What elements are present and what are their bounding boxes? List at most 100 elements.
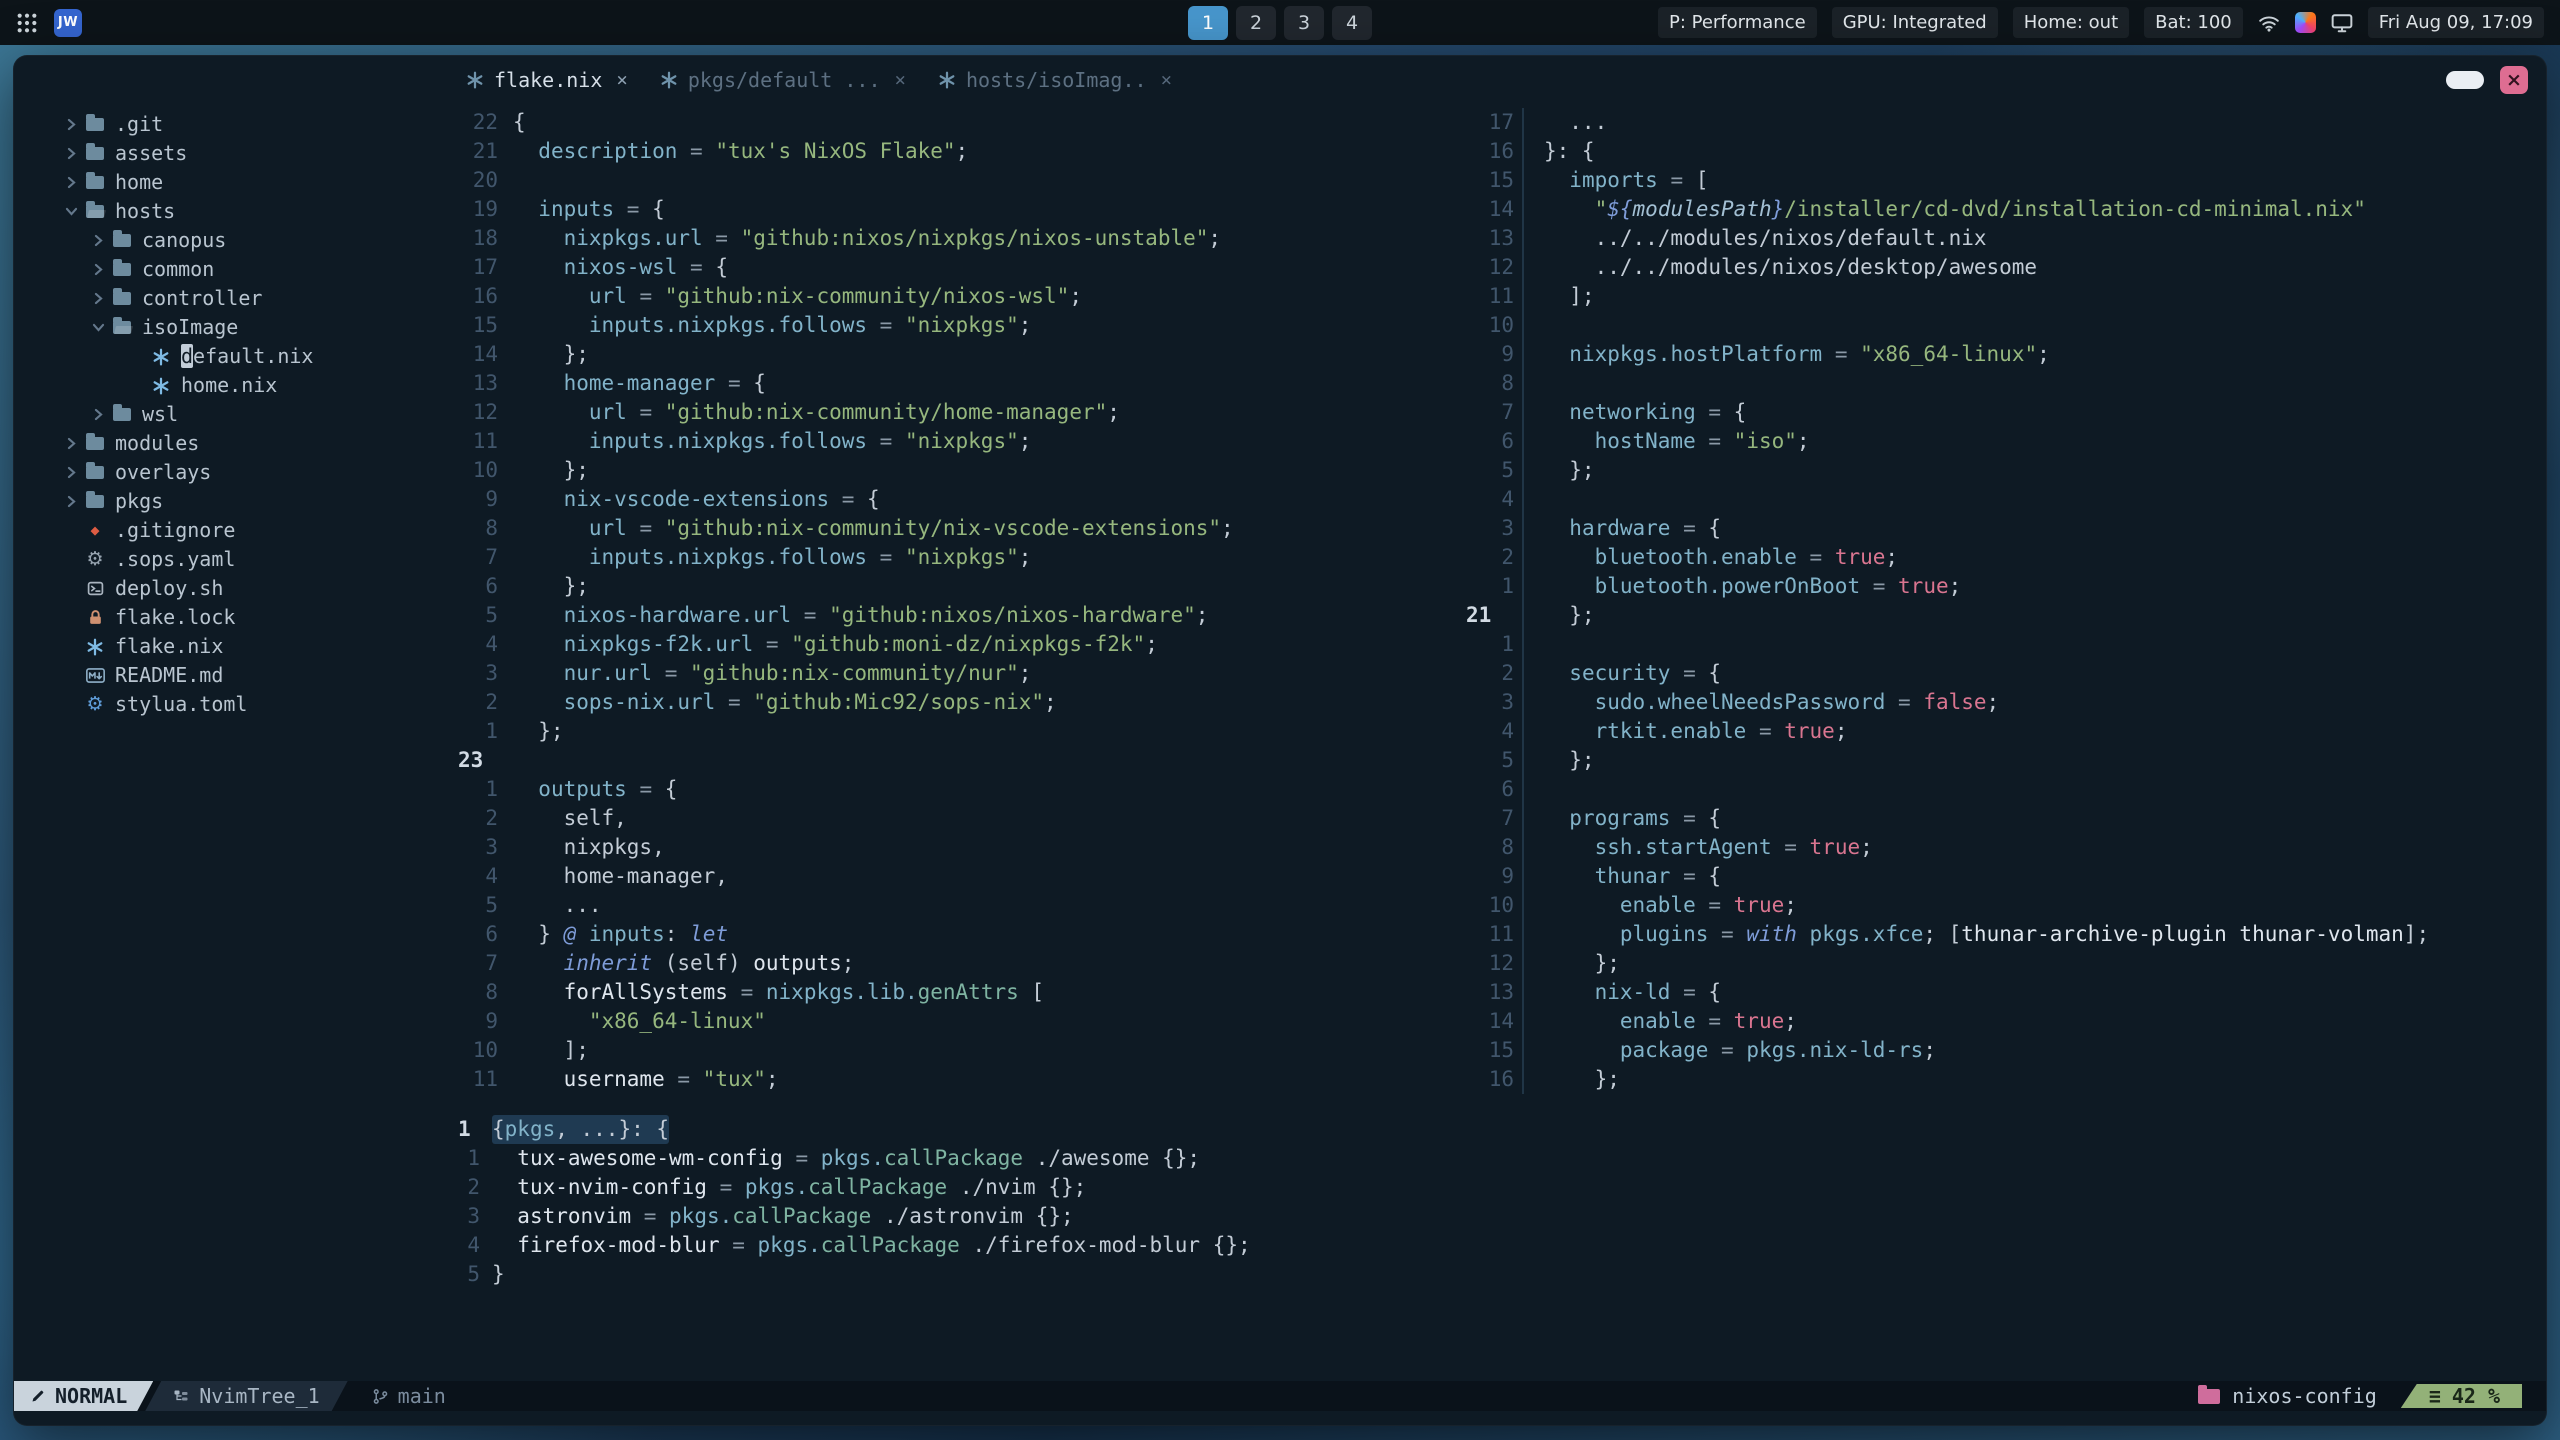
code-line[interactable]: 9 nixpkgs.hostPlatform = "x86_64-linux"; bbox=[1462, 340, 2546, 369]
editor-pane-flake-nix[interactable]: 22{21 description = "tux's NixOS Flake";… bbox=[454, 104, 1462, 1094]
tree-item[interactable]: assets bbox=[14, 139, 454, 168]
code-line[interactable]: 1 tux-awesome-wm-config = pkgs.callPacka… bbox=[454, 1144, 2546, 1173]
code-line[interactable]: 2 security = { bbox=[1462, 659, 2546, 688]
code-line[interactable]: 10 enable = true; bbox=[1462, 891, 2546, 920]
display-icon[interactable] bbox=[2331, 13, 2353, 33]
code-line[interactable]: 5 }; bbox=[1462, 456, 2546, 485]
code-line[interactable]: 16}: { bbox=[1462, 137, 2546, 166]
code-line[interactable]: 11 ]; bbox=[1462, 282, 2546, 311]
code-line[interactable]: 4 firefox-mod-blur = pkgs.callPackage ./… bbox=[454, 1231, 2546, 1260]
code-line[interactable]: 1 outputs = { bbox=[454, 775, 1462, 804]
code-line[interactable]: 13 ../../modules/nixos/default.nix bbox=[1462, 224, 2546, 253]
chevron-down-icon[interactable] bbox=[87, 321, 109, 334]
tab-close-icon[interactable]: × bbox=[894, 69, 905, 91]
tray-app-icon[interactable] bbox=[2294, 12, 2316, 33]
code-line[interactable]: 14 }; bbox=[454, 340, 1462, 369]
chevron-right-icon[interactable] bbox=[60, 495, 82, 508]
code-line[interactable]: 15 inputs.nixpkgs.follows = "nixpkgs"; bbox=[454, 311, 1462, 340]
tab-close-icon[interactable]: × bbox=[616, 69, 627, 91]
chevron-down-icon[interactable] bbox=[60, 205, 82, 218]
code-line[interactable]: 9 nix-vscode-extensions = { bbox=[454, 485, 1462, 514]
code-line[interactable]: 14 enable = true; bbox=[1462, 1007, 2546, 1036]
code-line[interactable]: 13 nix-ld = { bbox=[1462, 978, 2546, 1007]
code-line[interactable]: 11 username = "tux"; bbox=[454, 1065, 1462, 1094]
code-line[interactable]: 8 forAllSystems = nixpkgs.lib.genAttrs [ bbox=[454, 978, 1462, 1007]
workspace-4[interactable]: 4 bbox=[1332, 5, 1372, 40]
code-line[interactable]: 16 }; bbox=[1462, 1065, 2546, 1094]
tree-item[interactable]: hosts bbox=[14, 197, 454, 226]
tree-item[interactable]: modules bbox=[14, 429, 454, 458]
code-line[interactable]: 16 url = "github:nix-community/nixos-wsl… bbox=[454, 282, 1462, 311]
window-close-button[interactable]: × bbox=[2500, 66, 2528, 94]
tree-item[interactable]: ⚙ stylua.toml bbox=[14, 690, 454, 719]
code-line[interactable]: 7 networking = { bbox=[1462, 398, 2546, 427]
code-line[interactable]: 7 inherit (self) outputs; bbox=[454, 949, 1462, 978]
workspace-1[interactable]: 1 bbox=[1188, 5, 1228, 40]
code-line[interactable]: 11 inputs.nixpkgs.follows = "nixpkgs"; bbox=[454, 427, 1462, 456]
code-line[interactable]: 5 }; bbox=[1462, 746, 2546, 775]
tree-item[interactable]: flake.lock bbox=[14, 603, 454, 632]
code-line[interactable]: 2 self, bbox=[454, 804, 1462, 833]
workspace-2[interactable]: 2 bbox=[1236, 5, 1276, 40]
tree-item[interactable]: pkgs bbox=[14, 487, 454, 516]
tab-3[interactable]: hosts/isoImag.. × bbox=[938, 68, 1172, 92]
code-line[interactable]: 7 programs = { bbox=[1462, 804, 2546, 833]
code-line[interactable]: 10 }; bbox=[454, 456, 1462, 485]
chevron-right-icon[interactable] bbox=[60, 118, 82, 131]
tab-close-icon[interactable]: × bbox=[1161, 69, 1172, 91]
code-line[interactable]: 2 bluetooth.enable = true; bbox=[1462, 543, 2546, 572]
code-line[interactable]: 23 bbox=[454, 746, 1462, 775]
code-line[interactable]: 5 ... bbox=[454, 891, 1462, 920]
code-line[interactable]: 2 tux-nvim-config = pkgs.callPackage ./n… bbox=[454, 1173, 2546, 1202]
tree-item[interactable]: flake.nix bbox=[14, 632, 454, 661]
chevron-right-icon[interactable] bbox=[60, 176, 82, 189]
tree-item[interactable]: deploy.sh bbox=[14, 574, 454, 603]
code-line[interactable]: 4 bbox=[1462, 485, 2546, 514]
tree-item[interactable]: wsl bbox=[14, 400, 454, 429]
tab-2[interactable]: pkgs/default ... × bbox=[660, 68, 906, 92]
code-line[interactable]: 8 url = "github:nix-community/nix-vscode… bbox=[454, 514, 1462, 543]
code-line[interactable]: 17 nixos-wsl = { bbox=[454, 253, 1462, 282]
code-line[interactable]: 17 ... bbox=[1462, 108, 2546, 137]
apps-grid-icon[interactable] bbox=[16, 12, 38, 34]
code-line[interactable]: 11 plugins = with pkgs.xfce; [thunar-arc… bbox=[1462, 920, 2546, 949]
tree-item[interactable]: overlays bbox=[14, 458, 454, 487]
code-line[interactable]: 10 ]; bbox=[454, 1036, 1462, 1065]
code-line[interactable]: 5 nixos-hardware.url = "github:nixos/nix… bbox=[454, 601, 1462, 630]
editor-pane-pkgs-default-nix[interactable]: 1 {pkgs, ...}: {1 tux-awesome-wm-config =… bbox=[454, 1111, 2546, 1289]
code-line[interactable]: 8 ssh.startAgent = true; bbox=[1462, 833, 2546, 862]
code-line[interactable]: 15 package = pkgs.nix-ld-rs; bbox=[1462, 1036, 2546, 1065]
chevron-right-icon[interactable] bbox=[60, 147, 82, 160]
chevron-right-icon[interactable] bbox=[87, 292, 109, 305]
code-line[interactable]: 9 "x86_64-linux" bbox=[454, 1007, 1462, 1036]
code-line[interactable]: 6 }; bbox=[454, 572, 1462, 601]
code-line[interactable]: 14 "${modulesPath}/installer/cd-dvd/inst… bbox=[1462, 195, 2546, 224]
code-line[interactable]: 12 }; bbox=[1462, 949, 2546, 978]
code-line[interactable]: 18 nixpkgs.url = "github:nixos/nixpkgs/n… bbox=[454, 224, 1462, 253]
wifi-icon[interactable] bbox=[2258, 14, 2280, 32]
code-line[interactable]: 4 rtkit.enable = true; bbox=[1462, 717, 2546, 746]
code-line[interactable]: 2 sops-nix.url = "github:Mic92/sops-nix"… bbox=[454, 688, 1462, 717]
tree-item[interactable]: .git bbox=[14, 110, 454, 139]
tree-item[interactable]: canopus bbox=[14, 226, 454, 255]
code-line[interactable]: 6 bbox=[1462, 775, 2546, 804]
code-line[interactable]: 3 astronvim = pkgs.callPackage ./astronv… bbox=[454, 1202, 2546, 1231]
logo-badge[interactable]: JW bbox=[54, 8, 82, 37]
tab-1[interactable]: flake.nix × bbox=[466, 68, 628, 92]
tree-item[interactable]: home.nix bbox=[14, 371, 454, 400]
code-line[interactable]: 5} bbox=[454, 1260, 2546, 1289]
code-line[interactable]: 1 bbox=[1462, 630, 2546, 659]
code-line[interactable]: 1 {pkgs, ...}: { bbox=[454, 1115, 2546, 1144]
code-line[interactable]: 3 nixpkgs, bbox=[454, 833, 1462, 862]
code-line[interactable]: 4 home-manager, bbox=[454, 862, 1462, 891]
tree-item[interactable]: isoImage bbox=[14, 313, 454, 342]
code-line[interactable]: 13 home-manager = { bbox=[454, 369, 1462, 398]
chevron-right-icon[interactable] bbox=[87, 408, 109, 421]
chevron-right-icon[interactable] bbox=[60, 466, 82, 479]
code-line[interactable]: 8 bbox=[1462, 369, 2546, 398]
tree-item[interactable]: home bbox=[14, 168, 454, 197]
chevron-right-icon[interactable] bbox=[87, 263, 109, 276]
code-line[interactable]: 21 }; bbox=[1462, 601, 2546, 630]
code-line[interactable]: 20 bbox=[454, 166, 1462, 195]
tree-item[interactable]: default.nix bbox=[14, 342, 454, 371]
